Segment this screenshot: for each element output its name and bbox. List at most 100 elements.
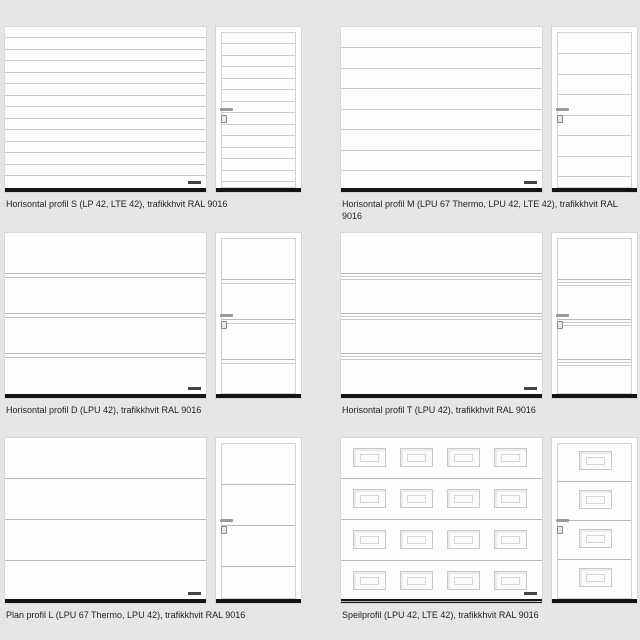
garage-base-seal — [5, 394, 206, 398]
side-door-image — [215, 232, 302, 399]
product-card-plan-l[interactable]: Plan profil L (LPU 67 Thermo, LPU 42), t… — [4, 437, 302, 633]
groove-line — [558, 156, 631, 157]
groove-line — [341, 47, 542, 48]
groove-line — [558, 74, 631, 75]
raised-panel — [447, 448, 480, 467]
groove-line — [341, 519, 542, 520]
groove-line — [222, 170, 295, 171]
door-base-seal — [552, 394, 637, 398]
groove-line — [222, 112, 295, 113]
groove-line — [5, 357, 206, 358]
garage-door-image — [340, 437, 543, 604]
groove-line — [558, 282, 631, 283]
product-card-profil-d[interactable]: Horisontal profil D (LPU 42), trafikkhvi… — [4, 232, 302, 428]
side-door-image — [215, 437, 302, 604]
raised-panel — [400, 448, 433, 467]
groove-line — [341, 319, 542, 320]
door-handle-icon — [220, 314, 233, 317]
garage-base-seal — [5, 599, 206, 603]
groove-line — [558, 559, 631, 560]
raised-panel — [353, 571, 386, 590]
garage-handle-icon — [524, 181, 537, 184]
groove-line — [558, 322, 631, 323]
garage-base-seal — [5, 188, 206, 192]
groove-line — [5, 273, 206, 274]
raised-panel — [447, 571, 480, 590]
groove-line — [5, 519, 206, 520]
groove-line — [222, 181, 295, 182]
product-card-profil-s[interactable]: Horisontal profil S (LP 42, LTE 42), tra… — [4, 26, 302, 222]
groove-line — [222, 158, 295, 159]
groove-line — [5, 95, 206, 96]
product-caption: Horisontal profil T (LPU 42), trafikkhvi… — [342, 405, 536, 415]
garage-door-image — [340, 26, 543, 193]
door-base-seal — [216, 394, 301, 398]
groove-line — [5, 49, 206, 50]
product-card-speil[interactable]: Speilprofil (LPU 42, LTE 42), trafikkhvi… — [340, 437, 638, 633]
groove-line — [222, 43, 295, 44]
side-door-image — [215, 26, 302, 193]
groove-line — [5, 118, 206, 119]
groove-line — [5, 141, 206, 142]
groove-line — [558, 94, 631, 95]
groove-line — [341, 359, 542, 360]
product-card-profil-t[interactable]: Horisontal profil T (LPU 42), trafikkhvi… — [340, 232, 638, 428]
raised-panel — [353, 489, 386, 508]
groove-line — [341, 88, 542, 89]
groove-line — [558, 135, 631, 136]
garage-handle-icon — [188, 181, 201, 184]
door-base-seal — [216, 599, 301, 603]
groove-line — [341, 316, 542, 317]
groove-line — [558, 481, 631, 482]
door-base-seal — [216, 188, 301, 192]
groove-line — [341, 478, 542, 479]
garage-door-image — [4, 26, 207, 193]
groove-line — [341, 279, 542, 280]
garage-door-image — [340, 232, 543, 399]
groove-line — [5, 83, 206, 84]
groove-line — [222, 124, 295, 125]
raised-panel — [400, 571, 433, 590]
groove-line — [341, 273, 542, 274]
groove-line — [222, 89, 295, 90]
door-base-seal — [552, 188, 637, 192]
door-lock-icon — [557, 526, 563, 534]
groove-line — [341, 356, 542, 357]
groove-line — [222, 279, 295, 280]
garage-base-seal — [341, 394, 542, 398]
groove-line — [341, 129, 542, 130]
door-handle-icon — [556, 108, 569, 111]
side-door-image — [551, 232, 638, 399]
groove-line — [341, 560, 542, 561]
groove-line — [222, 525, 295, 526]
groove-line — [5, 277, 206, 278]
groove-line — [341, 601, 542, 602]
groove-line — [222, 359, 295, 360]
groove-line — [341, 313, 542, 314]
groove-line — [222, 66, 295, 67]
door-lock-icon — [221, 115, 227, 123]
raised-panel — [353, 530, 386, 549]
groove-line — [558, 325, 631, 326]
door-handle-icon — [556, 519, 569, 522]
product-card-profil-m[interactable]: Horisontal profil M (LPU 67 Thermo, LPU … — [340, 26, 638, 222]
product-caption: Plan profil L (LPU 67 Thermo, LPU 42), t… — [6, 610, 246, 620]
groove-line — [222, 484, 295, 485]
product-caption: Speilprofil (LPU 42, LTE 42), trafikkhvi… — [342, 610, 539, 620]
door-lock-icon — [557, 115, 563, 123]
raised-panel — [400, 530, 433, 549]
raised-panel — [579, 451, 612, 470]
groove-line — [5, 560, 206, 561]
groove-line — [5, 37, 206, 38]
groove-line — [558, 362, 631, 363]
side-door-image — [551, 437, 638, 604]
groove-line — [5, 313, 206, 314]
groove-line — [222, 135, 295, 136]
garage-handle-icon — [524, 592, 537, 595]
product-caption: Horisontal profil S (LP 42, LTE 42), tra… — [6, 199, 228, 209]
groove-line — [5, 164, 206, 165]
garage-door-image — [4, 437, 207, 604]
groove-line — [341, 150, 542, 151]
raised-panel — [494, 489, 527, 508]
groove-line — [5, 106, 206, 107]
